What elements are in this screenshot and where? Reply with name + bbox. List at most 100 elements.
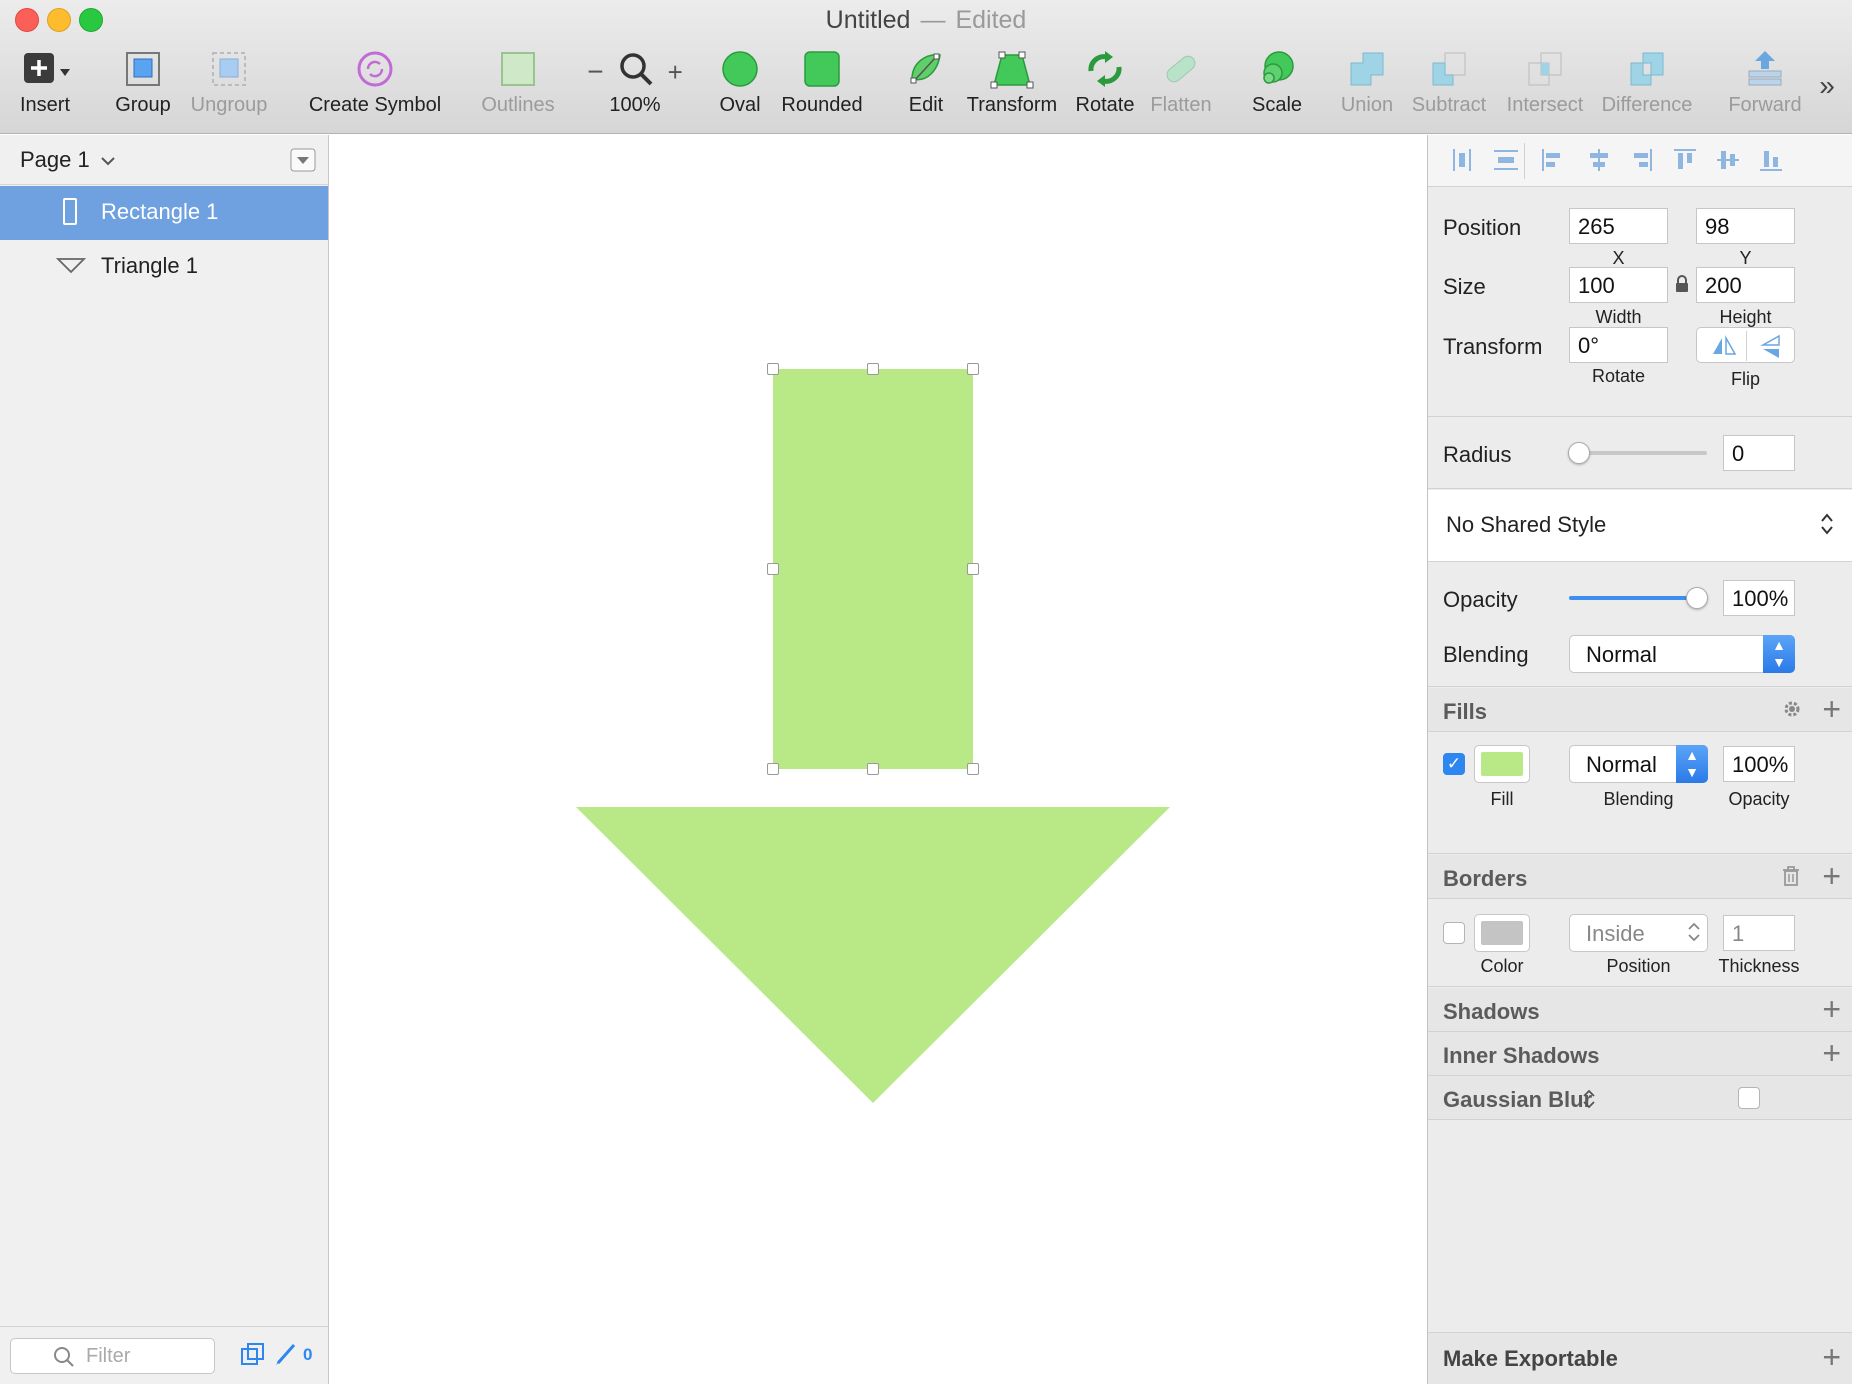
resize-handle[interactable] xyxy=(767,563,779,575)
layer-row-triangle[interactable]: Triangle 1 xyxy=(0,240,328,294)
resize-handle[interactable] xyxy=(767,763,779,775)
borders-title: Borders xyxy=(1443,866,1528,891)
flip-horizontal-icon[interactable] xyxy=(1711,334,1737,363)
resize-handle[interactable] xyxy=(867,763,879,775)
height-field[interactable]: 200 xyxy=(1696,267,1795,303)
border-color-swatch[interactable] xyxy=(1474,914,1530,952)
ungroup-button[interactable]: Ungroup xyxy=(188,48,270,117)
magnifier-icon xyxy=(616,49,656,95)
union-button[interactable]: Union xyxy=(1338,48,1396,117)
flatten-button[interactable]: Flatten xyxy=(1146,48,1216,117)
make-exportable-bar[interactable]: Make Exportable + xyxy=(1428,1332,1852,1384)
create-symbol-button[interactable]: Create Symbol xyxy=(305,48,445,117)
fill-color-swatch[interactable] xyxy=(1474,745,1530,783)
toolbar-overflow-button[interactable]: » xyxy=(1812,70,1842,102)
blending-select[interactable]: Normal ▲ ▼ xyxy=(1569,635,1795,673)
gear-icon[interactable] xyxy=(1781,698,1803,725)
zoom-in-icon[interactable]: + xyxy=(668,57,683,88)
window-toolbar: Untitled — Edited Insert Group Ungroup Cre… xyxy=(0,0,1852,134)
updown-chevron-icon[interactable] xyxy=(1582,1088,1596,1115)
difference-button[interactable]: Difference xyxy=(1600,48,1694,117)
position-y-field[interactable]: 98 xyxy=(1696,208,1795,244)
insert-button[interactable]: Insert xyxy=(12,48,78,117)
layer-row-rectangle[interactable]: Rectangle 1 xyxy=(0,186,328,240)
add-border-icon[interactable]: + xyxy=(1822,860,1841,892)
opacity-field[interactable]: 100% xyxy=(1723,580,1795,616)
add-shadow-icon[interactable]: + xyxy=(1822,993,1841,1025)
fill-blending-select[interactable]: Normal ▲ ▼ xyxy=(1569,745,1708,783)
zoom-out-icon[interactable]: − xyxy=(587,56,603,88)
radius-field[interactable]: 0 xyxy=(1723,435,1795,471)
align-middle-icon[interactable] xyxy=(1715,147,1741,178)
oval-button[interactable]: Oval xyxy=(714,48,766,117)
border-thickness-field[interactable]: 1 xyxy=(1723,915,1795,951)
rotate-icon xyxy=(1083,49,1127,95)
resize-handle[interactable] xyxy=(867,363,879,375)
fill-color-chip xyxy=(1481,752,1523,776)
position-label: Position xyxy=(1443,215,1522,240)
align-left-icon[interactable] xyxy=(1540,147,1566,178)
zoom-level: 100% xyxy=(609,94,661,116)
page-selector[interactable]: Page 1 xyxy=(20,147,116,173)
subtract-button[interactable]: Subtract xyxy=(1408,48,1490,117)
triangle-1-shape[interactable] xyxy=(576,807,1170,1103)
intersect-button[interactable]: Intersect xyxy=(1502,48,1588,117)
align-right-icon[interactable] xyxy=(1628,147,1654,178)
symbols-filter-icon[interactable] xyxy=(240,1342,266,1373)
gaussian-blur-header[interactable]: Gaussian Blur xyxy=(1428,1076,1852,1120)
flatten-label: Flatten xyxy=(1150,94,1212,116)
rotate-button[interactable]: Rotate xyxy=(1072,48,1138,117)
rounded-button[interactable]: Rounded xyxy=(778,48,866,117)
distribute-vertical-icon[interactable] xyxy=(1492,147,1520,178)
add-inner-shadow-icon[interactable]: + xyxy=(1822,1037,1841,1069)
slices-filter-icon[interactable] xyxy=(274,1341,298,1372)
canvas[interactable] xyxy=(330,135,1427,1384)
lock-icon[interactable] xyxy=(1675,275,1689,298)
gaussian-blur-title: Gaussian Blur xyxy=(1443,1087,1593,1112)
opacity-slider-knob[interactable] xyxy=(1686,587,1708,609)
radius-label: Radius xyxy=(1443,442,1512,467)
add-fill-icon[interactable]: + xyxy=(1822,693,1841,725)
scale-button[interactable]: Scale xyxy=(1248,48,1306,117)
trash-icon[interactable] xyxy=(1781,865,1801,892)
gaussian-blur-checkbox[interactable] xyxy=(1738,1087,1760,1109)
forward-button[interactable]: Forward xyxy=(1726,48,1804,117)
page-list-toggle-icon[interactable] xyxy=(290,148,316,178)
fill-enabled-checkbox[interactable]: ✓ xyxy=(1443,753,1465,775)
radius-slider-knob[interactable] xyxy=(1568,442,1590,464)
edit-button[interactable]: Edit xyxy=(900,48,952,117)
transform-label: Transform xyxy=(1443,334,1543,359)
outlines-button[interactable]: Outlines xyxy=(478,48,558,117)
border-row: Inside 1 Color Position Thickness xyxy=(1428,900,1852,987)
edit-label: Edit xyxy=(908,94,944,116)
position-x-field[interactable]: 265 xyxy=(1569,208,1668,244)
inner-shadows-header[interactable]: Inner Shadows + xyxy=(1428,1032,1852,1076)
align-center-horizontal-icon[interactable] xyxy=(1586,147,1612,178)
add-export-icon[interactable]: + xyxy=(1822,1341,1841,1373)
align-bottom-icon[interactable] xyxy=(1758,147,1784,178)
flip-label: Flip xyxy=(1730,369,1760,389)
shared-style-selector[interactable]: No Shared Style xyxy=(1428,490,1852,562)
rectangle-1-shape[interactable] xyxy=(773,369,973,769)
border-position-select[interactable]: Inside xyxy=(1569,914,1708,952)
forward-icon xyxy=(1745,49,1785,95)
filter-field[interactable]: Filter xyxy=(10,1338,215,1374)
triangle-layer-icon xyxy=(55,256,87,282)
oval-label: Oval xyxy=(719,94,761,116)
width-field[interactable]: 100 xyxy=(1569,267,1668,303)
resize-handle[interactable] xyxy=(967,763,979,775)
group-button[interactable]: Group xyxy=(112,48,174,117)
resize-handle[interactable] xyxy=(967,563,979,575)
resize-handle[interactable] xyxy=(767,363,779,375)
align-top-icon[interactable] xyxy=(1672,147,1698,178)
transform-button[interactable]: Transform xyxy=(960,48,1064,117)
rotate-field[interactable]: 0° xyxy=(1569,327,1668,363)
shadows-header[interactable]: Shadows + xyxy=(1428,988,1852,1032)
updown-chevron-icon: ▲ ▼ xyxy=(1763,635,1795,673)
border-enabled-checkbox[interactable] xyxy=(1443,922,1465,944)
fill-opacity-field[interactable]: 100% xyxy=(1723,746,1795,782)
distribute-horizontal-icon[interactable] xyxy=(1450,147,1474,178)
flip-vertical-icon[interactable] xyxy=(1759,334,1783,365)
resize-handle[interactable] xyxy=(967,363,979,375)
zoom-control[interactable]: − + 100% xyxy=(580,48,690,117)
